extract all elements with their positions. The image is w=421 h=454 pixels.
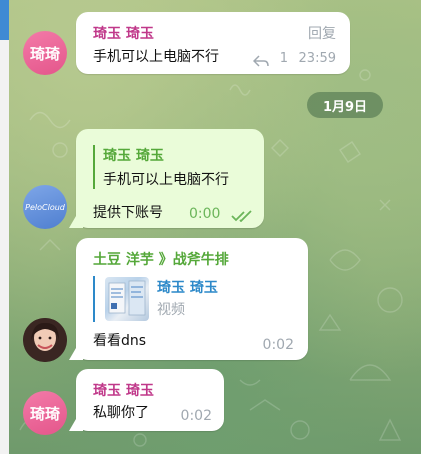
avatar-photo-icon [23, 318, 67, 362]
avatar[interactable]: 琦琦 [23, 391, 67, 435]
avatar[interactable]: PeloCloud [23, 185, 67, 229]
quote-text: 视频 [157, 302, 185, 318]
sender-name[interactable]: 土豆 洋芋 》战斧牛排 [93, 249, 229, 269]
reply-button[interactable]: 回复 [308, 23, 336, 43]
avatar-initials: 琦琦 [29, 404, 60, 423]
message-bubble[interactable]: 琦玉 琦玉 手机可以上电脑不行 提供下账号 0:00 [76, 129, 264, 228]
reply-quote[interactable]: 琦玉 琦玉 视频 [93, 276, 293, 322]
quote-text: 手机可以上电脑不行 [103, 172, 229, 188]
video-thumbnail [105, 277, 149, 321]
message-bubble[interactable]: 琦玉 琦玉 私聊你了 0:02 [76, 369, 224, 431]
reply-count: 1 [279, 51, 288, 66]
avatar-logo-text: PeloCloud [25, 202, 65, 212]
reply-arrow-icon [252, 52, 269, 71]
message-time: 23:59 [298, 51, 336, 66]
reply-quote[interactable]: 琦玉 琦玉 手机可以上电脑不行 [93, 145, 253, 189]
sender-name[interactable]: 琦玉 琦玉 [93, 380, 154, 400]
quote-sender: 琦玉 琦玉 [103, 148, 164, 164]
message-text: 提供下账号 [93, 205, 163, 221]
message-text: 私聊你了 [93, 405, 149, 421]
quote-sender: 琦玉 琦玉 [157, 280, 218, 296]
message-time: 0:02 [262, 337, 294, 353]
sender-name[interactable]: 琦玉 琦玉 [93, 23, 154, 43]
message-time: 0:02 [180, 408, 212, 424]
date-separator: 1月9日 [307, 92, 383, 118]
message-bubble[interactable]: 琦玉 琦玉 手机可以上电脑不行 回复 1 23:59 [76, 12, 350, 74]
message-time: 0:00 [189, 206, 221, 222]
double-check-icon [231, 207, 253, 226]
avatar[interactable]: 琦琦 [23, 31, 67, 75]
message-bubble[interactable]: 土豆 洋芋 》战斧牛排 琦玉 琦玉 视频 看看dns 0:02 [76, 238, 308, 360]
message-text: 手机可以上电脑不行 [93, 49, 219, 65]
message-text: 看看dns [93, 333, 147, 349]
user-photo-avatar[interactable] [23, 318, 67, 362]
left-panel-edge [0, 0, 9, 454]
avatar-initials: 琦琦 [29, 44, 60, 63]
